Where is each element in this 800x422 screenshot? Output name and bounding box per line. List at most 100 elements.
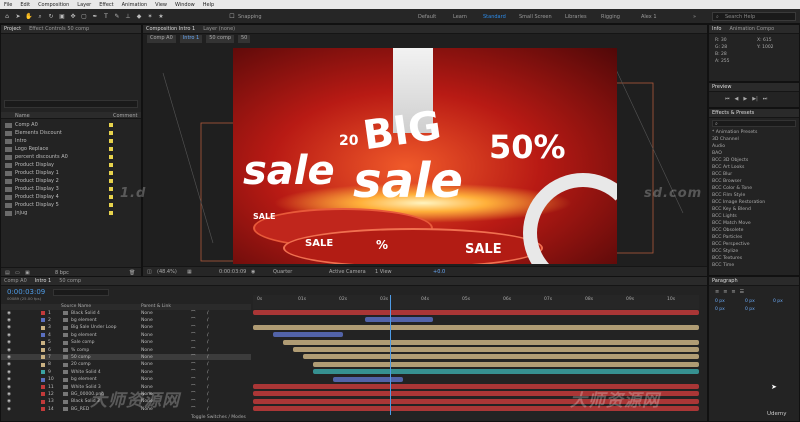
puppet-tool-icon[interactable]: ★ xyxy=(157,13,165,20)
effects-category-item[interactable]: 3D Channel xyxy=(712,137,739,142)
visibility-eye-icon[interactable]: ◉ xyxy=(7,392,11,397)
effects-category-item[interactable]: BCC Browser xyxy=(712,179,742,184)
workspace-more-icon[interactable]: » xyxy=(693,14,696,20)
time-ruler[interactable]: 0s 01s 02s 03s 04s 05s 06s 07s 08s 09s 10s xyxy=(253,295,699,309)
pen-tool-icon[interactable]: ✒ xyxy=(91,13,99,20)
layer-label-color[interactable] xyxy=(41,333,45,338)
layer-label-color[interactable] xyxy=(41,311,45,315)
effects-category-item[interactable]: BCC Obsolete xyxy=(712,228,743,233)
column-name[interactable]: Name xyxy=(15,113,30,119)
next-frame-icon[interactable]: ▶| xyxy=(752,96,758,102)
roto-brush-tool-icon[interactable]: ✶ xyxy=(146,13,154,20)
timeline-search-input[interactable] xyxy=(53,289,109,296)
workspace-standard[interactable]: Standard xyxy=(483,14,506,20)
breadcrumb-50[interactable]: 50 xyxy=(238,35,251,43)
label-color-swatch[interactable] xyxy=(109,139,113,143)
label-color-swatch[interactable] xyxy=(109,123,113,127)
layer-name[interactable]: bg element xyxy=(71,318,97,323)
layer-row[interactable]: ◉ 5 Sale comp None ⌒ / xyxy=(1,340,251,346)
shy-switch-icon[interactable]: ⌒ xyxy=(191,406,196,412)
menu-animation[interactable]: Animation xyxy=(122,2,148,8)
layer-parent-select[interactable]: None xyxy=(141,348,153,353)
fx-switch-icon[interactable]: / xyxy=(207,362,209,367)
visibility-eye-icon[interactable]: ◉ xyxy=(7,399,11,404)
layer-row[interactable]: ◉ 1 Black Solid 4 None ⌒ / xyxy=(1,310,251,317)
layer-duration-bar[interactable] xyxy=(333,376,403,382)
menu-layer[interactable]: Layer xyxy=(77,2,91,8)
camera-tool-icon[interactable]: ▣ xyxy=(58,13,66,20)
layer-duration-bar[interactable] xyxy=(273,332,343,338)
project-item[interactable]: Product Display 4 xyxy=(5,193,137,201)
project-item[interactable]: Comp A0 xyxy=(5,121,137,129)
layer-name[interactable]: BG_RED xyxy=(71,407,89,412)
always-preview-icon[interactable]: ◫ xyxy=(147,269,152,275)
layer-name[interactable]: Big Sale Under Loop xyxy=(71,325,117,330)
effects-category-item[interactable]: BCC Particles xyxy=(712,235,742,240)
layer-label-color[interactable] xyxy=(41,325,45,330)
snapshot-icon[interactable]: ◉ xyxy=(251,269,255,275)
fx-switch-icon[interactable]: / xyxy=(207,311,209,316)
layer-row[interactable]: ◉ 6 % comp None ⌒ / xyxy=(1,347,251,354)
visibility-eye-icon[interactable]: ◉ xyxy=(7,355,11,360)
label-color-swatch[interactable] xyxy=(109,147,113,151)
camera-select[interactable]: Active Camera xyxy=(329,269,366,275)
column-source-name[interactable]: Source Name xyxy=(61,304,91,309)
workspace-default[interactable]: Default xyxy=(418,14,436,20)
shy-switch-icon[interactable]: ⌒ xyxy=(191,340,196,346)
project-item[interactable]: Product Display 1 xyxy=(5,169,137,177)
label-color-swatch[interactable] xyxy=(109,131,113,135)
layer-label-color[interactable] xyxy=(41,407,45,412)
fx-switch-icon[interactable]: / xyxy=(207,377,209,382)
justify-icon[interactable]: ☰ xyxy=(740,289,744,295)
layer-label-color[interactable] xyxy=(41,385,45,389)
layer-name[interactable]: 50 comp xyxy=(71,355,91,360)
layer-name[interactable]: 20 comp xyxy=(71,362,91,367)
layer-parent-select[interactable]: None xyxy=(141,377,153,382)
visibility-eye-icon[interactable]: ◉ xyxy=(7,385,11,390)
zoom-tool-icon[interactable]: ⌕ xyxy=(36,13,44,20)
brush-tool-icon[interactable]: ✎ xyxy=(113,13,121,20)
layer-label-color[interactable] xyxy=(41,362,45,367)
preview-title[interactable]: Preview xyxy=(712,84,731,90)
column-parent-link[interactable]: Parent & Link xyxy=(141,304,171,309)
effects-category-item[interactable]: BCC Key & Blend xyxy=(712,207,751,212)
effects-category-item[interactable]: BCC Textures xyxy=(712,256,742,261)
layer-label-color[interactable] xyxy=(41,355,45,360)
layer-label-color[interactable] xyxy=(41,370,45,375)
timeline-timecode[interactable]: 0:00:03:09 xyxy=(7,288,45,296)
zoom-select[interactable]: (48.4%) xyxy=(157,269,177,275)
layer-parent-select[interactable]: None xyxy=(141,333,153,338)
effects-category-item[interactable]: BCC Film Style xyxy=(712,193,745,198)
fx-switch-icon[interactable]: / xyxy=(207,407,209,412)
layer-parent-select[interactable]: None xyxy=(141,370,153,375)
layer-parent-select[interactable]: None xyxy=(141,311,153,316)
effects-category-item[interactable]: BCC Stylize xyxy=(712,249,738,254)
workspace-alex-1[interactable]: Alex 1 xyxy=(641,14,657,20)
hand-tool-icon[interactable]: ✋ xyxy=(25,13,33,20)
home-icon[interactable]: ⌂ xyxy=(3,13,11,20)
project-item[interactable]: jnjug xyxy=(5,209,137,217)
tab-layer[interactable]: Layer (none) xyxy=(203,26,235,32)
play-icon[interactable]: ▶ xyxy=(743,96,747,102)
shy-switch-icon[interactable]: ⌒ xyxy=(191,384,196,390)
indent-first-value[interactable]: 0 px xyxy=(773,299,783,304)
eraser-tool-icon[interactable]: ◆ xyxy=(135,13,143,20)
visibility-eye-icon[interactable]: ◉ xyxy=(7,407,11,412)
fx-switch-icon[interactable]: / xyxy=(207,370,209,375)
effects-category-item[interactable]: BAO xyxy=(712,151,722,156)
label-color-swatch[interactable] xyxy=(109,211,113,215)
effects-category-item[interactable]: BCC Art Looks xyxy=(712,165,744,170)
menu-edit[interactable]: Edit xyxy=(20,2,30,8)
shy-switch-icon[interactable]: ⌒ xyxy=(191,332,196,338)
layer-name[interactable]: White Solid 4 xyxy=(71,370,101,375)
layer-parent-select[interactable]: None xyxy=(141,325,153,330)
tab-intro-1[interactable]: Intro 1 xyxy=(35,278,51,284)
layer-row[interactable]: ◉ 2 bg element None ⌒ / xyxy=(1,317,251,324)
workspace-libraries[interactable]: Libraries xyxy=(565,14,587,20)
effects-title[interactable]: Effects & Presets xyxy=(712,110,754,116)
layer-label-color[interactable] xyxy=(41,392,45,397)
menu-file[interactable]: File xyxy=(4,2,12,8)
effects-category-item[interactable]: * Animation Presets xyxy=(712,130,757,135)
layer-row[interactable]: ◉ 8 20 comp None ⌒ / xyxy=(1,362,251,368)
menu-view[interactable]: View xyxy=(155,2,167,8)
